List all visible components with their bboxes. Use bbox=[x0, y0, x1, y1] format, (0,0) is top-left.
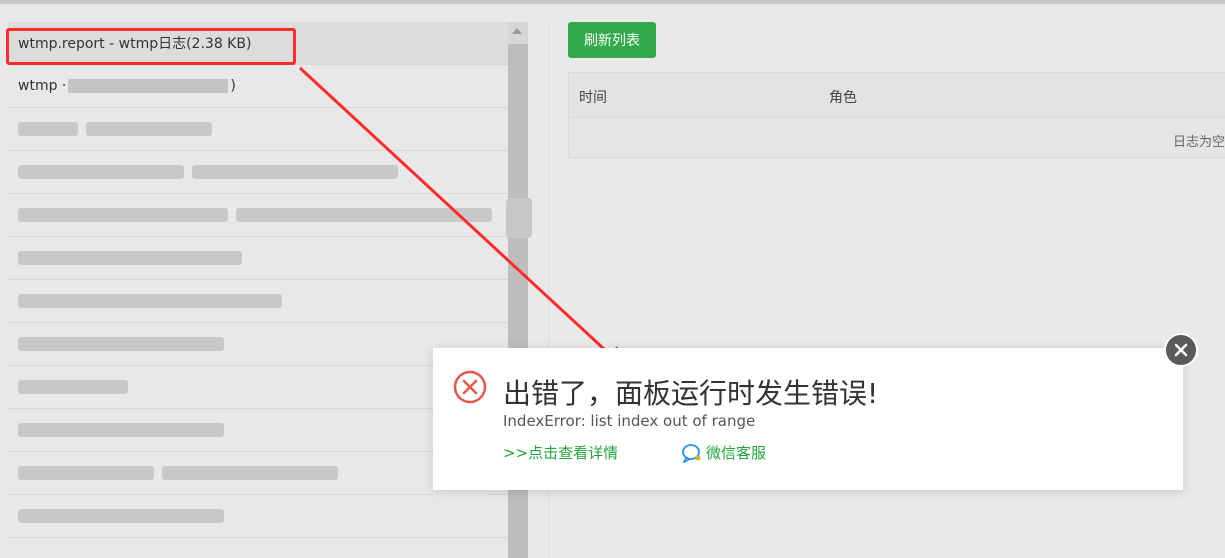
log-item-redacted[interactable] bbox=[8, 151, 528, 194]
redacted-text bbox=[18, 122, 78, 136]
error-title: 出错了，面板运行时发生错误! bbox=[503, 377, 879, 410]
log-item-wtmp[interactable]: wtmp · ) bbox=[8, 65, 528, 108]
table-header-row: 时间 角色 bbox=[569, 73, 1225, 118]
scroll-up-icon[interactable] bbox=[512, 28, 522, 34]
log-item-redacted[interactable] bbox=[8, 280, 528, 323]
redacted-text bbox=[18, 251, 242, 265]
log-item-prefix: wtmp · bbox=[18, 78, 67, 94]
redacted-text bbox=[18, 509, 224, 523]
top-bar bbox=[0, 0, 1225, 4]
log-item-suffix: ) bbox=[230, 78, 236, 94]
close-icon bbox=[1174, 343, 1188, 357]
dialog-close-button[interactable] bbox=[1164, 333, 1198, 367]
refresh-list-button[interactable]: 刷新列表 bbox=[568, 22, 656, 58]
error-detail: IndexError: list index out of range bbox=[503, 412, 756, 430]
chat-bubble-icon bbox=[682, 443, 701, 463]
redacted-text bbox=[18, 337, 224, 351]
column-header-time: 时间 bbox=[579, 90, 607, 106]
wechat-support-label: 微信客服 bbox=[706, 444, 767, 462]
redacted-text bbox=[18, 466, 154, 480]
table-empty-message: 日志为空 bbox=[1173, 135, 1225, 150]
log-item-redacted[interactable] bbox=[8, 237, 528, 280]
redacted-text bbox=[86, 122, 212, 136]
redacted-text bbox=[18, 423, 224, 437]
scrollbar-handle[interactable] bbox=[506, 198, 532, 238]
log-table: 时间 角色 日志为空 bbox=[568, 72, 1225, 158]
column-header-role: 角色 bbox=[829, 90, 857, 106]
error-dialog: 出错了，面板运行时发生错误! IndexError: list index ou… bbox=[433, 348, 1183, 490]
wechat-support-link[interactable]: 微信客服 bbox=[681, 442, 766, 463]
redacted-text bbox=[68, 79, 229, 93]
redacted-text bbox=[18, 165, 184, 179]
log-item-redacted[interactable] bbox=[8, 495, 528, 538]
log-item-redacted[interactable] bbox=[8, 194, 528, 237]
view-details-link[interactable]: >>点击查看详情 bbox=[503, 442, 618, 463]
error-x-circle-icon bbox=[453, 370, 487, 404]
redacted-text bbox=[236, 208, 492, 222]
annotation-highlight-box bbox=[6, 28, 296, 65]
redacted-text bbox=[18, 208, 228, 222]
redacted-text bbox=[192, 165, 398, 179]
log-item-redacted[interactable] bbox=[8, 108, 528, 151]
redacted-text bbox=[18, 380, 128, 394]
redacted-text bbox=[18, 294, 282, 308]
redacted-text bbox=[162, 466, 338, 480]
